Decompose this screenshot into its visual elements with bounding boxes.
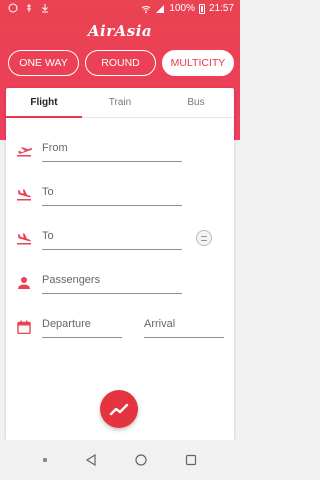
tab-indicator: [6, 116, 82, 118]
multicity-button[interactable]: MULTICITY: [162, 50, 234, 76]
search-form-card: Flight Train Bus From To To Passengers D…: [6, 88, 234, 440]
calendar-icon: [17, 320, 31, 334]
airasia-logo: AirAsia: [87, 22, 153, 40]
whatsapp-icon: [8, 3, 18, 13]
mode-tabs: Flight Train Bus: [6, 88, 234, 118]
download-icon: [42, 4, 48, 13]
tab-bus[interactable]: Bus: [158, 88, 234, 117]
battery-percent: 100%: [169, 3, 195, 14]
to-field-2[interactable]: To: [42, 226, 182, 250]
status-time: 21:57: [208, 3, 234, 14]
tab-flight[interactable]: Flight: [6, 88, 82, 117]
nav-indicator-dot: [43, 458, 47, 462]
system-nav-bar: [0, 440, 240, 480]
round-button[interactable]: ROUND: [85, 50, 156, 76]
home-nav-icon[interactable]: [135, 454, 147, 466]
back-nav-icon[interactable]: [85, 454, 97, 466]
from-field[interactable]: From: [42, 138, 182, 162]
plane-landing-icon: [17, 233, 31, 245]
search-fab-button[interactable]: [100, 390, 138, 428]
departure-field[interactable]: Departure: [42, 314, 122, 338]
wifi-icon: [142, 5, 151, 13]
to-row-1: To: [6, 178, 234, 218]
status-bar: 100% 21:57: [0, 0, 240, 18]
one-way-button[interactable]: ONE WAY: [8, 50, 79, 76]
battery-icon: [198, 3, 205, 14]
plane-landing-icon: [17, 189, 31, 201]
recents-nav-icon[interactable]: [185, 454, 197, 466]
trend-search-icon: [109, 403, 129, 416]
swap-icon[interactable]: [196, 230, 212, 246]
passengers-field[interactable]: Passengers: [42, 270, 182, 294]
to-field-1[interactable]: To: [42, 182, 182, 206]
to-row-2: To: [6, 222, 234, 262]
arrival-field[interactable]: Arrival: [144, 314, 224, 338]
from-row: From: [6, 134, 234, 174]
passengers-row: Passengers: [6, 266, 234, 306]
trip-type-selector: ONE WAY ROUND MULTICITY: [8, 50, 234, 76]
person-icon: [18, 277, 30, 289]
usb-icon: [27, 4, 31, 12]
tab-train[interactable]: Train: [82, 88, 158, 117]
plane-takeoff-icon: [17, 147, 32, 157]
signal-icon: [156, 4, 165, 13]
dates-row: Departure Arrival: [6, 310, 234, 350]
